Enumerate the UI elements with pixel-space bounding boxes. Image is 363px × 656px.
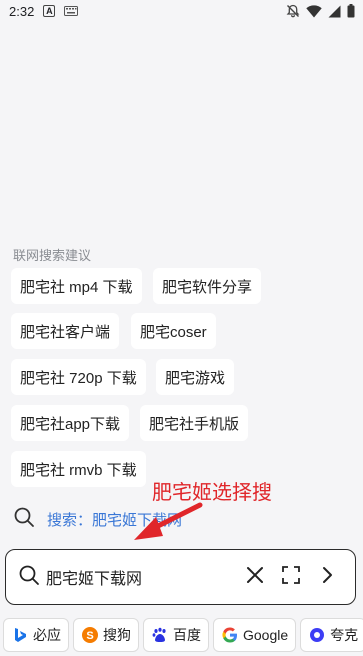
notifications-off-icon (286, 4, 300, 18)
go-button[interactable] (309, 559, 345, 595)
svg-text:S: S (86, 630, 93, 642)
engine-label: 百度 (173, 627, 201, 643)
engine-label: 必应 (33, 627, 61, 643)
suggestion-chip[interactable]: 肥宅软件分享 (153, 268, 262, 304)
keyboard-icon (64, 4, 79, 19)
baidu-icon (151, 626, 169, 644)
chevron-right-icon (320, 566, 334, 589)
engine-quark[interactable]: 夸克 (300, 618, 363, 652)
suggestion-chip[interactable]: 肥宅coser (131, 313, 216, 349)
wifi-icon (306, 4, 322, 18)
engine-label: Google (243, 627, 289, 643)
suggestion-chip[interactable]: 肥宅游戏 (156, 359, 235, 395)
status-left: 2:32 A (9, 3, 79, 19)
suggestion-chip[interactable]: 肥宅社手机版 (140, 405, 249, 441)
engine-bing[interactable]: 必应 (3, 618, 69, 652)
status-time: 2:32 (9, 3, 35, 19)
search-box[interactable] (5, 549, 356, 605)
suggestion-chip[interactable]: 肥宅社 720p 下载 (11, 359, 146, 395)
search-icon (18, 564, 40, 591)
engine-google[interactable]: Google (213, 618, 297, 652)
signal-icon (328, 5, 341, 18)
suggestion-chip[interactable]: 肥宅社app下载 (11, 405, 130, 441)
battery-icon (347, 4, 355, 18)
engine-sogou[interactable]: S 搜狗 (73, 618, 139, 652)
search-suggestion[interactable]: 搜索：肥宅姬下载网 (13, 506, 182, 533)
close-icon (246, 566, 264, 589)
annotation-text: 肥宅姬选择搜 (152, 482, 272, 504)
status-right (286, 4, 355, 18)
scan-button[interactable] (273, 559, 309, 595)
search-icon (13, 506, 35, 533)
notification-a-icon: A (43, 5, 56, 17)
search-query: 肥宅姬下载网 (92, 512, 183, 529)
bing-icon (11, 626, 29, 644)
status-bar: 2:32 A (0, 0, 363, 22)
search-prefix: 搜索： (47, 512, 93, 529)
suggestions-title: 联网搜索建议 (13, 248, 92, 263)
search-suggestion-text: 搜索：肥宅姬下载网 (47, 509, 182, 530)
clear-button[interactable] (237, 559, 273, 595)
search-input[interactable] (46, 557, 237, 597)
search-engine-bar: 必应 S 搜狗 百度 Google 夸克 头 (0, 614, 363, 656)
suggestion-chip[interactable]: 肥宅社 mp4 下载 (11, 268, 142, 304)
sogou-icon: S (81, 626, 99, 644)
scan-icon (281, 565, 301, 590)
quark-icon (308, 626, 326, 644)
engine-label: 夸克 (330, 627, 359, 643)
engine-label: 搜狗 (103, 627, 131, 643)
suggestion-chip[interactable]: 肥宅社 rmvb 下载 (11, 451, 146, 487)
google-icon (221, 626, 239, 644)
suggestion-chip[interactable]: 肥宅社客户端 (11, 313, 120, 349)
engine-baidu[interactable]: 百度 (143, 618, 209, 652)
